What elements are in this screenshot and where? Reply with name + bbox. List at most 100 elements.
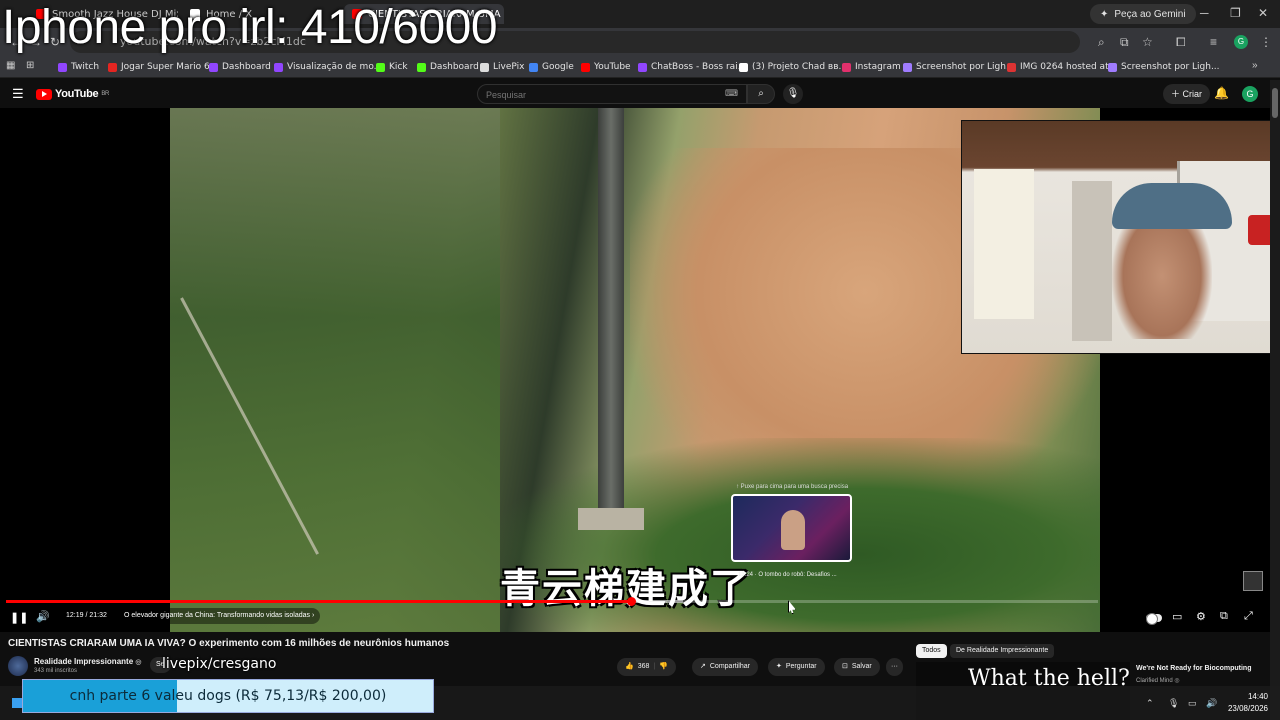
page-scrollbar[interactable] <box>1270 80 1280 720</box>
facecam-overlay <box>961 120 1270 354</box>
voice-search-button[interactable]: 🎙 <box>783 84 803 104</box>
bookmark-item[interactable]: Screenshot por Ligh... <box>1108 60 1220 74</box>
bookmark-item[interactable]: Screenshot por Ligh... <box>903 60 1015 74</box>
thumbs-up-icon: 👍 <box>625 663 634 670</box>
create-button[interactable]: ＋ Criar <box>1163 84 1211 104</box>
search-input[interactable] <box>478 86 718 104</box>
bookmark-item[interactable]: Kick <box>376 60 408 74</box>
apps-icon[interactable]: ▦ <box>6 60 15 71</box>
like-button[interactable]: 👍 368 | 👎 <box>617 658 676 676</box>
bookmark-favicon-icon <box>417 62 426 72</box>
channel-name-text[interactable]: Realidade Impressionante <box>34 657 133 666</box>
share-button[interactable]: ↗ Compartilhar <box>692 658 758 676</box>
autoplay-toggle[interactable] <box>1146 613 1162 625</box>
like-count: 368 <box>637 663 650 670</box>
bookmark-item[interactable]: ChatBoss - Boss rai... <box>638 60 746 74</box>
volume-icon[interactable]: 🔊 <box>36 610 50 623</box>
filter-chip-channel[interactable]: De Realidade Impressionante <box>950 644 1055 658</box>
chapter-title[interactable]: O elevador gigante da China: Transforman… <box>118 608 321 624</box>
channel-name[interactable]: Realidade Impressionante ◎ <box>34 657 142 666</box>
donation-goal-text: cnh parte 6 valeu dogs (R$ 75,13/R$ 200,… <box>69 688 387 704</box>
maximize-icon[interactable]: ❐ <box>1230 6 1241 20</box>
bookmark-item[interactable]: Dashboard <box>417 60 479 74</box>
more-bookmarks-icon[interactable]: » <box>1252 60 1258 71</box>
star-icon[interactable]: ☆ <box>1142 35 1153 49</box>
menu-icon[interactable]: ⋮ <box>1260 35 1272 49</box>
clock-time[interactable]: 14:40 <box>1230 692 1268 701</box>
hamburger-menu-icon[interactable]: ☰ <box>12 86 24 102</box>
youtube-header: ☰ YouTube BR ⌨ ⌕ 🎙 ＋ Criar 🔔 G <box>0 80 1280 108</box>
reading-list-icon[interactable]: ≡ <box>1210 35 1217 49</box>
notifications-icon[interactable]: 🔔 <box>1214 86 1229 100</box>
youtube-logo[interactable]: YouTube BR <box>36 88 109 100</box>
endcard-thumbnail[interactable] <box>1243 571 1263 591</box>
gemini-button[interactable]: ✦ Peça ao Gemini <box>1090 4 1196 24</box>
bookmark-label: Jogar Super Mario 6... <box>121 62 219 72</box>
account-avatar[interactable]: G <box>1242 86 1258 102</box>
chevron-up-icon[interactable]: ⌃ <box>1146 698 1154 709</box>
microphone-icon[interactable]: 🎙 <box>1168 698 1179 709</box>
zoom-icon[interactable]: ⌕ <box>1098 35 1105 50</box>
bookmark-item[interactable]: Jogar Super Mario 6... <box>108 60 218 74</box>
bookmark-favicon-icon <box>529 62 538 72</box>
progress-bar[interactable] <box>6 597 1098 606</box>
bookmark-item[interactable]: Google <box>529 60 574 74</box>
bookmark-favicon-icon <box>739 62 748 72</box>
bookmark-favicon-icon <box>842 62 851 72</box>
pause-icon[interactable]: ❚❚ <box>10 611 28 624</box>
channel-avatar[interactable] <box>8 656 28 676</box>
bookmark-favicon-icon <box>581 62 590 72</box>
share-icon: ↗ <box>700 663 706 670</box>
settings-gear-icon[interactable]: ⚙ <box>1196 610 1206 623</box>
search-box[interactable]: ⌨ <box>477 84 747 104</box>
miniplayer-icon[interactable]: ⧉ <box>1220 610 1228 623</box>
facecam-window <box>974 169 1034 319</box>
bookmark-item[interactable]: Visualização de mo... <box>274 60 382 74</box>
bookmark-item[interactable]: (3) Projeto Chad вв... <box>739 60 847 74</box>
bookmark-favicon-icon <box>903 62 912 72</box>
bookmark-item[interactable]: IMG 0264 hosted at... <box>1007 60 1117 74</box>
keyboard-icon[interactable]: ⌨ <box>725 88 738 99</box>
profile-avatar[interactable]: G <box>1234 35 1248 49</box>
seek-preview-thumbnail <box>731 494 852 562</box>
time-display: 12:19 / 21:32 <box>60 608 113 624</box>
save-label: Salvar <box>851 663 872 670</box>
close-window-icon[interactable]: ✕ <box>1258 6 1268 20</box>
progress-scrubber[interactable] <box>626 597 636 606</box>
grid-icon[interactable]: ⊞ <box>26 60 34 71</box>
bookmark-item[interactable]: LivePix <box>480 60 524 74</box>
speaker-icon[interactable]: 🔊 <box>1206 698 1217 709</box>
captions-icon[interactable]: ▭ <box>1172 610 1182 623</box>
minimize-icon[interactable]: ─ <box>1200 6 1209 20</box>
bookmark-label: IMG 0264 hosted at... <box>1020 62 1118 72</box>
save-button[interactable]: ⊡ Salvar <box>834 658 880 676</box>
bookmark-label: Kick <box>389 62 408 72</box>
bookmark-item[interactable]: YouTube <box>581 60 631 74</box>
bookmark-favicon-icon <box>58 62 67 72</box>
bookmark-favicon-icon <box>376 62 385 72</box>
scrollbar-thumb[interactable] <box>1272 88 1278 118</box>
extensions-icon[interactable]: ⧠ <box>1176 35 1186 50</box>
video-player[interactable]: 青云梯建成了 ↑ Puxe para cima para uma busca p… <box>0 108 1270 632</box>
thumbs-down-icon[interactable]: 👎 <box>659 658 668 676</box>
recommended-video-title[interactable]: We're Not Ready for Biocomputing <box>1136 665 1252 672</box>
search-icon: ⌕ <box>758 88 764 99</box>
youtube-play-icon <box>36 88 52 100</box>
bookmark-label: (3) Projeto Chad вв... <box>752 62 848 72</box>
more-actions-button[interactable]: ··· <box>886 658 903 676</box>
bookmark-item[interactable]: Dashboard <box>209 60 271 74</box>
cast-icon[interactable]: ⧉ <box>1120 35 1129 50</box>
network-icon[interactable]: ▭ <box>1188 698 1197 709</box>
donation-goal-bar: cnh parte 6 valeu dogs (R$ 75,13/R$ 200,… <box>22 679 434 713</box>
bookmarks-bar: ▦ ⊞ Twitch Jogar Super Mario 6... Dashboar… <box>0 56 1280 78</box>
ask-button[interactable]: ✦ Perguntar <box>768 658 825 676</box>
windows-start-icon[interactable] <box>12 698 22 708</box>
clock-date[interactable]: 23/08/2026 <box>1222 704 1268 713</box>
bookmark-favicon-icon <box>1108 62 1117 72</box>
bookmark-item[interactable]: Instagram <box>842 60 901 74</box>
bookmark-item[interactable]: Twitch <box>58 60 99 74</box>
facecam-red-object <box>1248 215 1270 245</box>
filter-chip-all[interactable]: Todos <box>916 644 947 658</box>
search-button[interactable]: ⌕ <box>747 84 775 104</box>
fullscreen-icon[interactable]: ⤢ <box>1244 610 1253 623</box>
